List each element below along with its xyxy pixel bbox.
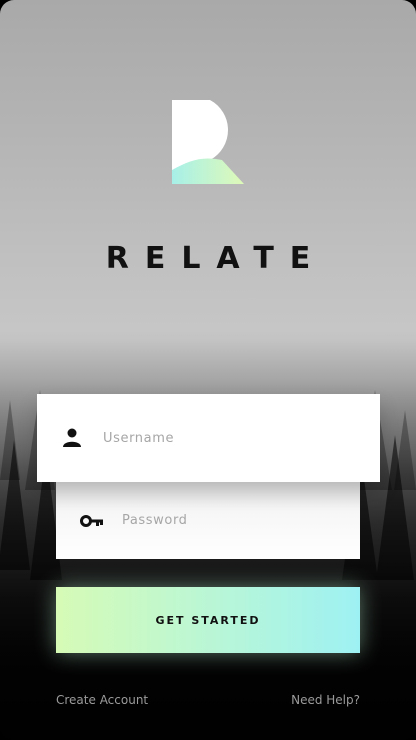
get-started-button[interactable]: GET STARTED <box>56 587 360 653</box>
key-icon <box>80 515 103 527</box>
login-screen: RELATE GET STARTED Create Account Need H… <box>0 0 416 740</box>
username-input[interactable] <box>103 428 353 448</box>
relate-logo-icon <box>172 100 244 184</box>
username-field-card[interactable] <box>37 394 380 482</box>
password-input[interactable] <box>122 510 342 530</box>
password-field-card[interactable] <box>56 478 360 559</box>
app-title: RELATE <box>105 241 327 276</box>
user-icon <box>63 428 81 447</box>
need-help-link[interactable]: Need Help? <box>291 692 360 708</box>
create-account-link[interactable]: Create Account <box>56 692 148 708</box>
